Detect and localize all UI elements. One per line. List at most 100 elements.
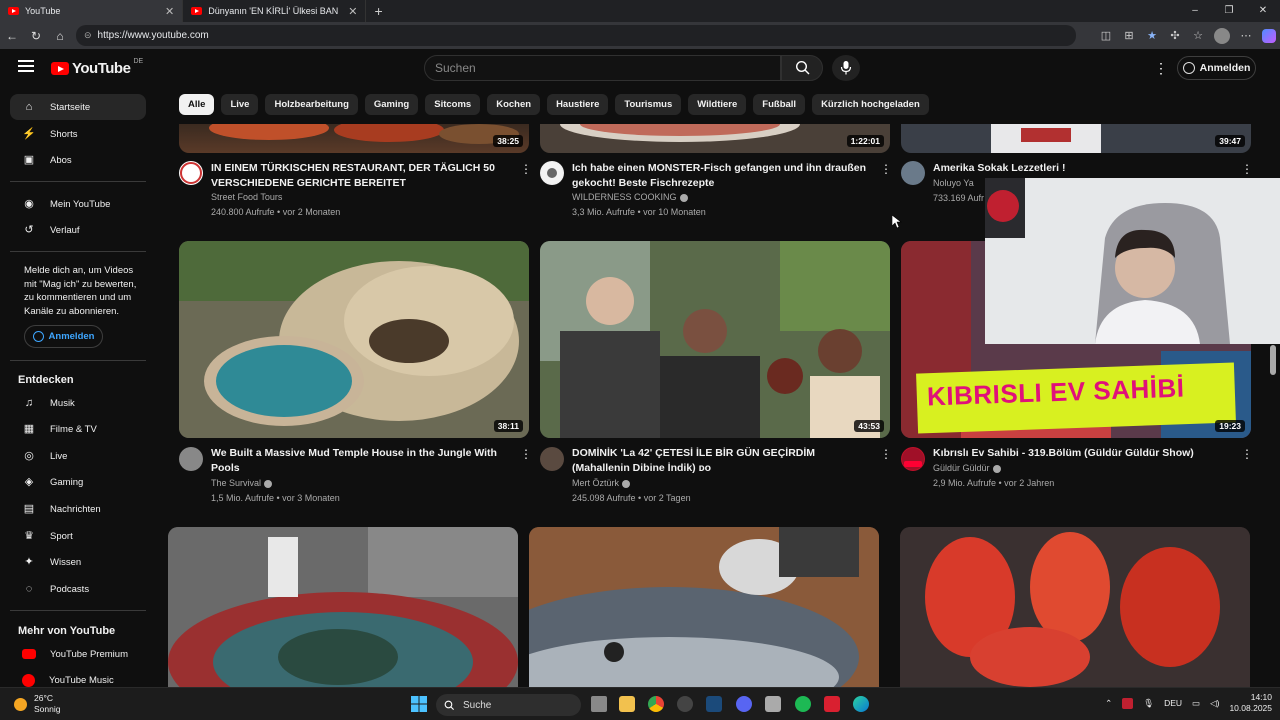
sidebar-signin-button[interactable]: Anmelden — [24, 325, 103, 348]
video-more-icon[interactable]: ⋮ — [1241, 162, 1253, 176]
video-more-icon[interactable]: ⋮ — [880, 162, 892, 176]
network-icon[interactable]: ▭ — [1192, 698, 1200, 709]
chrome-icon[interactable] — [648, 696, 664, 712]
discord-icon[interactable] — [736, 696, 752, 712]
video-thumbnail[interactable]: 43:53 — [540, 241, 890, 438]
taskbar-search[interactable]: Suche — [436, 694, 581, 716]
tab-youtube[interactable]: YouTube ✕ — [0, 0, 184, 22]
file-explorer-icon[interactable] — [619, 696, 635, 712]
steam-icon[interactable] — [706, 696, 722, 712]
video-thumbnail[interactable] — [168, 527, 518, 687]
minimize-button[interactable]: – — [1178, 0, 1212, 22]
reload-icon[interactable]: ↻ — [24, 29, 48, 43]
extensions-icon[interactable]: ✣ — [1168, 29, 1182, 43]
language-indicator[interactable]: DEU — [1164, 698, 1182, 708]
chip-sitcoms[interactable]: Sitcoms — [425, 94, 481, 115]
video-thumbnail[interactable]: 39:47 — [901, 124, 1251, 153]
windows-start-icon[interactable] — [411, 696, 427, 712]
app-icon[interactable] — [824, 696, 840, 712]
search-input[interactable]: Suchen — [424, 55, 781, 81]
page-scrollbar[interactable] — [1270, 89, 1278, 686]
scrollbar-thumb[interactable] — [1270, 345, 1276, 375]
video-title[interactable]: We Built a Massive Mud Temple House in t… — [211, 446, 511, 476]
video-thumbnail[interactable]: 38:25 — [179, 124, 529, 153]
edge-icon[interactable] — [853, 696, 869, 712]
translate-icon[interactable]: ◫ — [1099, 29, 1113, 43]
copilot-icon[interactable] — [1262, 28, 1276, 43]
video-channel[interactable]: WILDERNESS COOKING — [572, 190, 688, 205]
favorite-star-icon[interactable]: ★ — [1145, 29, 1159, 43]
sidebar-item-nachrichten[interactable]: ▤ Nachrichten — [10, 496, 146, 522]
video-channel[interactable]: Güldür Güldür — [933, 461, 1001, 476]
sidebar-item-sport[interactable]: ♛ Sport — [10, 523, 146, 549]
sidebar-item-podcasts[interactable]: ◌ Podcasts — [10, 576, 146, 602]
video-thumbnail[interactable]: 1:22:01 — [540, 124, 890, 153]
sidebar-item-verlauf[interactable]: ↺ Verlauf — [10, 217, 146, 243]
weather-widget[interactable]: 26°C Sonnig — [14, 693, 60, 715]
back-icon[interactable]: ← — [0, 29, 24, 43]
spotify-icon[interactable] — [795, 696, 811, 712]
video-more-icon[interactable]: ⋮ — [520, 447, 532, 461]
signin-button[interactable]: Anmelden — [1177, 56, 1256, 80]
chip-live[interactable]: Live — [221, 94, 259, 115]
sidebar-item-wissen[interactable]: ✦ Wissen — [10, 549, 146, 575]
channel-avatar[interactable] — [901, 161, 925, 185]
apps-icon[interactable]: ⊞ — [1122, 29, 1136, 43]
sidebar-item-musik[interactable]: ♫ Musik — [10, 390, 146, 416]
task-view-icon[interactable] — [591, 696, 607, 712]
close-tab-icon[interactable]: ✕ — [348, 5, 357, 18]
url-field[interactable]: ⊝ https://www.youtube.com — [76, 25, 1076, 46]
settings-more-icon[interactable]: ⋮ — [1154, 60, 1168, 77]
favorites-icon[interactable]: ☆ — [1191, 29, 1205, 43]
sidebar-item-live[interactable]: ◎ Live — [10, 443, 146, 469]
chip-wildtiere[interactable]: Wildtiere — [688, 94, 747, 115]
chevron-up-icon[interactable]: ⌃ — [1105, 698, 1112, 709]
hamburger-menu-icon[interactable] — [18, 60, 34, 72]
close-tab-icon[interactable]: ✕ — [165, 5, 174, 18]
chip-haustiere[interactable]: Haustiere — [547, 94, 609, 115]
video-channel[interactable]: Mert Öztürk — [572, 476, 631, 491]
new-tab-button[interactable]: + — [366, 3, 390, 19]
channel-avatar[interactable] — [540, 161, 564, 185]
tray-app-icon[interactable] — [1122, 697, 1134, 709]
volume-icon[interactable]: ◁) — [1210, 698, 1219, 709]
close-window-button[interactable]: ✕ — [1246, 0, 1280, 22]
clock[interactable]: 14:10 10.08.2025 — [1229, 692, 1272, 714]
video-more-icon[interactable]: ⋮ — [880, 447, 892, 461]
video-title[interactable]: IN EINEM TÜRKISCHEN RESTAURANT, DER TÄGL… — [211, 161, 511, 191]
sidebar-item-abos[interactable]: ▣ Abos — [10, 147, 146, 173]
restore-button[interactable]: ❐ — [1212, 0, 1246, 22]
profile-avatar[interactable] — [1214, 27, 1230, 44]
video-channel[interactable]: The Survival — [211, 476, 273, 491]
channel-avatar[interactable] — [540, 447, 564, 471]
search-button[interactable] — [781, 55, 823, 81]
video-thumbnail[interactable] — [529, 527, 879, 687]
chip-gaming[interactable]: Gaming — [364, 94, 419, 115]
home-browser-icon[interactable]: ⌂ — [48, 29, 72, 43]
video-channel[interactable]: Street Food Tours — [211, 190, 282, 205]
github-icon[interactable] — [677, 696, 693, 712]
sidebar-item-startseite[interactable]: ⌂ Startseite — [10, 94, 146, 120]
sidebar-item-mein-youtube[interactable]: ◉ Mein YouTube — [10, 191, 146, 217]
sidebar-item-premium[interactable]: YouTube Premium — [10, 641, 146, 667]
chip-holzbearbeitung[interactable]: Holzbearbeitung — [265, 94, 358, 115]
chip-kuerzlich[interactable]: Kürzlich hochgeladen — [812, 94, 929, 115]
video-channel[interactable]: Noluyo Ya — [933, 176, 974, 191]
chip-alle[interactable]: Alle — [179, 94, 215, 115]
sidebar-item-filme[interactable]: ▦ Filme & TV — [10, 416, 146, 442]
site-info-icon[interactable]: ⊝ — [84, 30, 92, 41]
sidebar-item-shorts[interactable]: ⚡ Shorts — [10, 121, 146, 147]
browser-menu-icon[interactable]: ⋯ — [1239, 29, 1253, 43]
youtube-logo[interactable]: YouTube DE — [51, 58, 143, 77]
tab-video[interactable]: Dünyanın 'EN KİRLİ' Ülkesi BANG ✕ — [183, 0, 367, 22]
voice-search-button[interactable] — [832, 55, 860, 81]
video-title[interactable]: Kıbrıslı Ev Sahibi - 319.Bölüm (Güldür G… — [933, 446, 1233, 461]
chip-fussball[interactable]: Fußball — [753, 94, 806, 115]
chip-kochen[interactable]: Kochen — [487, 94, 541, 115]
video-title[interactable]: Amerika Sokak Lezzetleri ! — [933, 161, 1233, 176]
video-title[interactable]: DOMİNİK 'La 42' ÇETESİ İLE BİR GÜN GEÇİR… — [572, 446, 872, 476]
microphone-icon[interactable]: 🎙 — [1143, 698, 1154, 709]
chip-tourismus[interactable]: Tourismus — [615, 94, 682, 115]
video-thumbnail[interactable]: 38:11 — [179, 241, 529, 438]
channel-avatar[interactable] — [901, 447, 925, 471]
